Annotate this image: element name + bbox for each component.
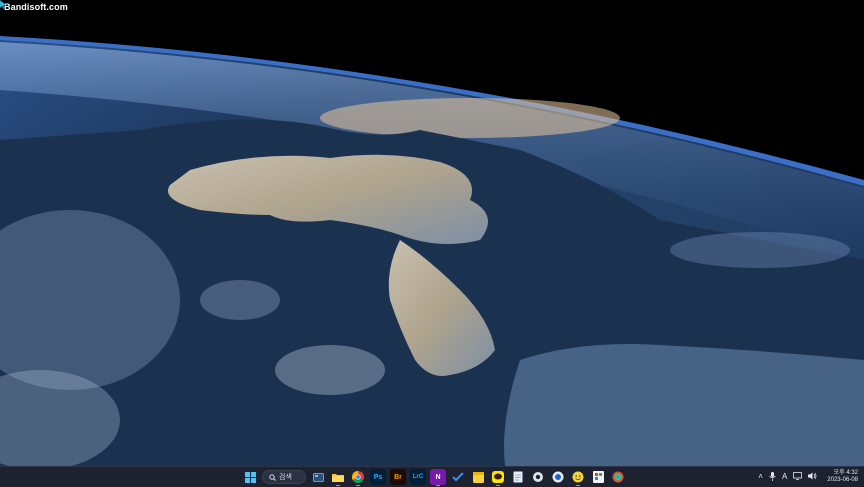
paint-icon[interactable] bbox=[590, 469, 606, 485]
taskbar-pinned-apps: 검색 Ps Br LrC N bbox=[242, 467, 626, 487]
onenote-icon[interactable]: N bbox=[430, 469, 446, 486]
chrome-icon[interactable] bbox=[350, 469, 366, 486]
taskbar-search-box[interactable]: 검색 bbox=[262, 470, 306, 484]
desktop-wallpaper: Bandisoft.com bbox=[0, 0, 864, 466]
search-icon bbox=[269, 473, 276, 481]
clock-time: 4:32 bbox=[846, 470, 858, 476]
taskbar: 검색 Ps Br LrC N ˄ A 오후 4:32 2023-06-08 bbox=[0, 466, 864, 487]
todo-check-icon[interactable] bbox=[450, 469, 466, 485]
chevron-up-icon[interactable]: ˄ bbox=[758, 473, 763, 481]
sticky-notes-icon[interactable] bbox=[470, 469, 486, 485]
settings-icon[interactable] bbox=[530, 469, 546, 485]
bridge-icon[interactable]: Br bbox=[390, 469, 406, 485]
clock-date: 2023-06-08 bbox=[827, 477, 858, 483]
earth-from-orbit-image bbox=[0, 0, 864, 466]
microphone-icon[interactable] bbox=[769, 471, 776, 483]
notepad-icon[interactable] bbox=[510, 469, 526, 485]
color-picker-icon[interactable] bbox=[610, 469, 626, 485]
task-view-icon[interactable] bbox=[310, 469, 326, 485]
network-icon[interactable] bbox=[793, 472, 803, 482]
taskbar-clock[interactable]: 오후 4:32 2023-06-08 bbox=[827, 470, 858, 484]
lightroom-classic-icon[interactable]: LrC bbox=[410, 469, 426, 485]
mouse-cursor-icon bbox=[0, 0, 7, 9]
bandisoft-watermark: Bandisoft.com bbox=[4, 2, 68, 12]
smiley-app-icon[interactable] bbox=[570, 469, 586, 486]
ime-indicator[interactable]: A bbox=[782, 473, 787, 481]
bandicam-icon[interactable] bbox=[550, 469, 566, 485]
volume-icon[interactable] bbox=[808, 472, 817, 482]
search-label: 검색 bbox=[279, 474, 292, 481]
file-explorer-icon[interactable] bbox=[330, 469, 346, 486]
kakaotalk-icon[interactable] bbox=[490, 469, 506, 486]
system-tray: ˄ A 오후 4:32 2023-06-08 bbox=[758, 467, 858, 487]
time-period: 오후 bbox=[833, 470, 845, 476]
windows-start-icon[interactable] bbox=[242, 469, 258, 485]
photoshop-icon[interactable]: Ps bbox=[370, 469, 386, 485]
